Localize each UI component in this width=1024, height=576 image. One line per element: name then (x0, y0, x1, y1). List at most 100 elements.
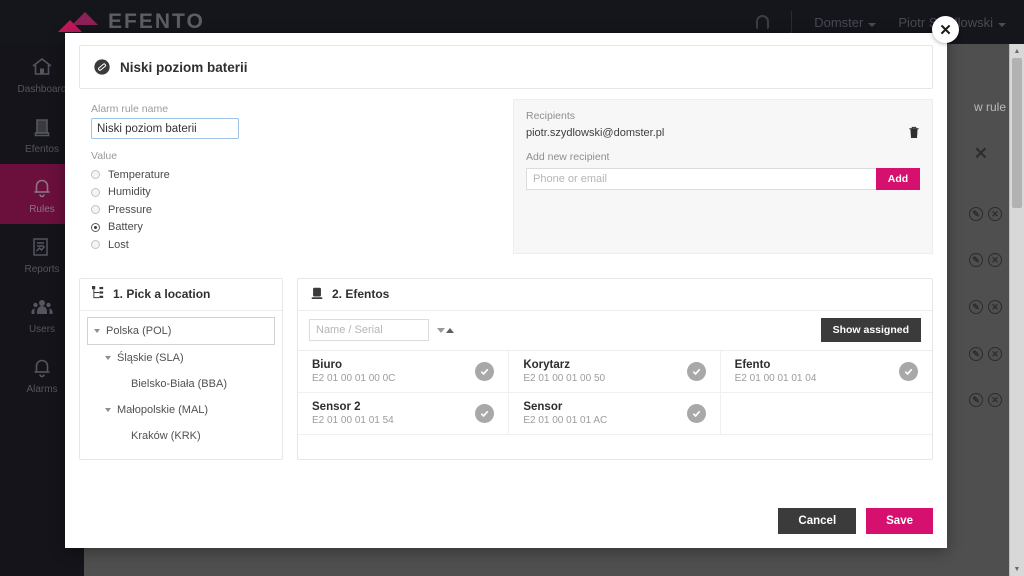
check-icon[interactable] (686, 361, 706, 381)
location-node-slaskie[interactable]: Śląskie (SLA) (87, 345, 275, 371)
device-name: Biuro (312, 358, 343, 371)
device-serial: E2 01 00 01 01 AC (523, 414, 608, 426)
battery-icon (93, 58, 111, 76)
sidebar-item-label: Users (28, 323, 56, 335)
scroll-up-arrow-icon[interactable]: ▲ (1010, 44, 1024, 58)
rule-form: Alarm rule name Value Temperature Humidi… (79, 103, 499, 254)
location-node-polska[interactable]: Polska (POL) (87, 316, 275, 345)
radio-option-battery[interactable]: Battery (91, 219, 499, 237)
location-panel-title: 1. Pick a location (113, 287, 211, 301)
add-recipient-button[interactable]: Add (876, 168, 920, 190)
rule-row-actions: ✎ ✕ (969, 393, 1002, 407)
scroll-down-arrow-icon[interactable]: ▼ (1010, 562, 1024, 576)
radio-indicator-selected (91, 222, 100, 232)
radio-option-humidity[interactable]: Humidity (91, 184, 499, 202)
name-field-label: Alarm rule name (91, 103, 169, 115)
device-name: Sensor (523, 400, 563, 413)
radio-label: Lost (108, 238, 129, 251)
radio-indicator (91, 170, 100, 180)
device-card[interactable]: Korytarz E2 01 00 01 00 50 (509, 350, 721, 393)
account-menu[interactable]: Domster (814, 15, 877, 30)
show-assigned-button[interactable]: Show assigned (820, 318, 921, 342)
radio-option-temperature[interactable]: Temperature (91, 166, 499, 184)
delete-icon[interactable]: ✕ (988, 393, 1002, 407)
radio-option-pressure[interactable]: Pressure (91, 201, 499, 219)
device-serial: E2 01 00 01 01 04 (734, 372, 817, 384)
trash-icon[interactable] (908, 126, 920, 139)
location-panel-header: 1. Pick a location (80, 279, 282, 311)
device-serial: E2 01 00 01 00 50 (523, 372, 606, 384)
edit-icon[interactable]: ✎ (969, 207, 983, 221)
delete-icon[interactable]: ✕ (988, 347, 1002, 361)
modal-header: Niski poziom baterii (79, 45, 933, 89)
rule-row-actions: ✎ ✕ (969, 300, 1002, 314)
efentos-panel-header: 2. Efentos (298, 279, 932, 311)
edit-icon[interactable]: ✎ (969, 393, 983, 407)
logo-chevrons-icon (56, 9, 102, 35)
alarm-rule-name-input[interactable] (91, 118, 239, 139)
check-icon[interactable] (475, 403, 495, 423)
sort-arrows-icon[interactable] (437, 327, 454, 333)
device-grid: Biuro E2 01 00 01 00 0C Korytarz E2 01 0… (298, 350, 932, 435)
delete-icon[interactable]: ✕ (988, 207, 1002, 221)
background-close-icon[interactable]: ✕ (974, 144, 988, 164)
check-icon[interactable] (898, 361, 918, 381)
edit-icon[interactable]: ✎ (969, 253, 983, 267)
sidebar-item-label: Dashboard (17, 83, 67, 95)
location-node-krakow[interactable]: Kraków (KRK) (87, 423, 275, 449)
chevron-down-icon (105, 355, 111, 360)
chevron-down-icon (94, 328, 100, 333)
device-card[interactable]: Sensor E2 01 00 01 01 AC (509, 392, 721, 435)
users-icon (29, 294, 55, 320)
check-icon[interactable] (475, 361, 495, 381)
notifications-bell-icon[interactable] (756, 15, 770, 29)
logo-text: EFENTO (108, 10, 205, 33)
home-icon (29, 54, 55, 80)
radio-indicator (91, 205, 100, 215)
cancel-button[interactable]: Cancel (778, 508, 857, 534)
modal-title: Niski poziom baterii (120, 59, 248, 75)
topbar-right: Domster Piotr Szydlowski (756, 11, 1024, 33)
new-rule-button[interactable]: w rule (974, 100, 1006, 114)
device-search-input[interactable] (309, 319, 429, 341)
recipient-email: piotr.szydlowski@domster.pl (526, 126, 665, 139)
device-card[interactable]: Efento E2 01 00 01 01 04 (720, 351, 932, 393)
rule-row-actions: ✎ ✕ (969, 253, 1002, 267)
location-node-label: Śląskie (SLA) (117, 351, 184, 364)
device-card[interactable]: Biuro E2 01 00 01 00 0C (298, 350, 510, 393)
efentos-panel: 2. Efentos Show assigned Biuro (297, 277, 933, 460)
device-icon (29, 114, 55, 140)
edit-icon[interactable]: ✎ (969, 347, 983, 361)
page-scrollbar[interactable]: ▲ ▼ (1009, 44, 1024, 576)
device-serial: E2 01 00 01 00 0C (312, 372, 396, 384)
sitemap-icon (92, 286, 105, 302)
radio-label: Temperature (108, 168, 170, 181)
modal-body: Alarm rule name Value Temperature Humidi… (65, 89, 947, 460)
device-card[interactable]: Sensor 2 E2 01 00 01 01 54 (298, 392, 510, 435)
modal-footer: Cancel Save (778, 508, 933, 534)
edit-icon[interactable]: ✎ (969, 300, 983, 314)
rule-row-actions: ✎ ✕ (969, 347, 1002, 361)
scrollbar-thumb[interactable] (1012, 58, 1022, 208)
radio-option-lost[interactable]: Lost (91, 236, 499, 254)
sidebar-item-label: Efentos (25, 143, 59, 155)
efentos-toolbar: Show assigned (298, 311, 932, 351)
add-recipient-row: Add (526, 168, 920, 190)
recipients-title: Recipients (526, 110, 576, 122)
save-button[interactable]: Save (866, 508, 933, 534)
check-icon[interactable] (686, 403, 706, 423)
delete-icon[interactable]: ✕ (988, 300, 1002, 314)
chevron-down-icon (105, 407, 111, 412)
recipient-input[interactable] (526, 168, 876, 190)
device-icon (310, 286, 324, 303)
location-node-bielsko-biala[interactable]: Bielsko-Biała (BBA) (87, 371, 275, 397)
delete-icon[interactable]: ✕ (988, 253, 1002, 267)
chevron-down-icon (868, 22, 877, 27)
location-node-malopolskie[interactable]: Małopolskie (MAL) (87, 397, 275, 423)
form-top-row: Alarm rule name Value Temperature Humidi… (79, 99, 933, 254)
radio-indicator (91, 187, 100, 197)
radio-label: Battery (108, 221, 143, 234)
sidebar-item-label: Rules (29, 203, 55, 215)
value-group-label: Value (91, 150, 118, 162)
modal-close-button[interactable]: ✕ (932, 16, 959, 43)
